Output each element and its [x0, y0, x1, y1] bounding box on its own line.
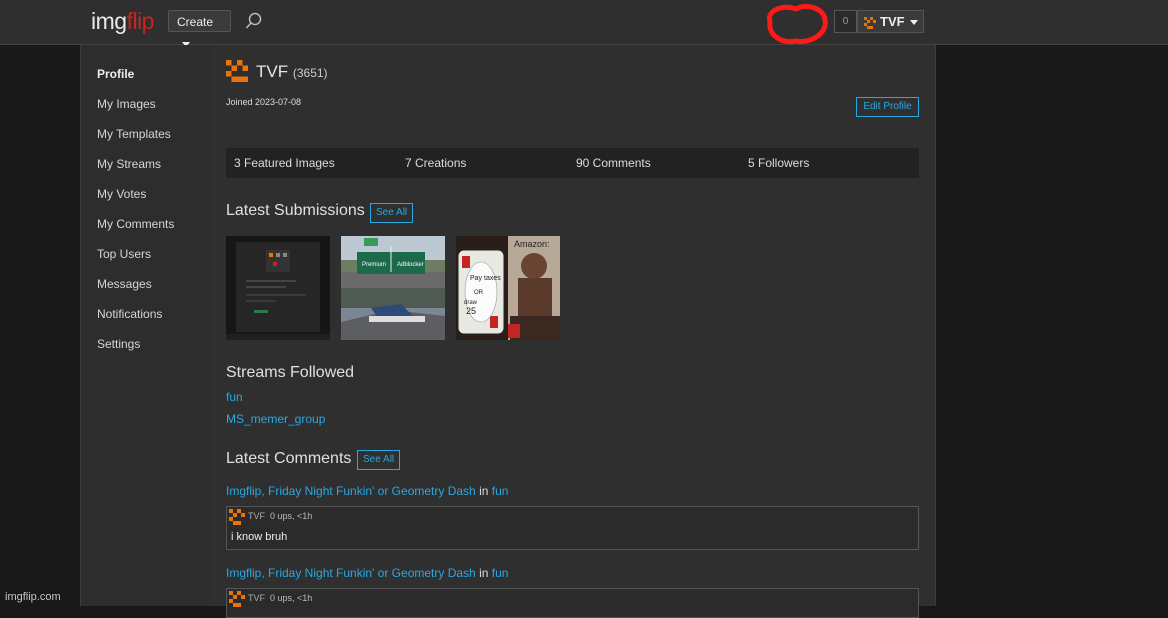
streams-followed-title: Streams Followed	[226, 364, 355, 381]
thumb-3-image: Pay taxes OR draw 25 Amazon:	[456, 236, 560, 340]
thumb-3-card-line2: OR	[474, 290, 484, 296]
stream-link-fun[interactable]: fun	[226, 390, 243, 404]
thumb-2-image: Premium Adblocker	[341, 236, 445, 340]
comment-in-word: in	[479, 484, 489, 498]
submission-thumb-1[interactable]	[226, 236, 330, 340]
thumb-3-card-line1: Pay taxes	[470, 275, 501, 282]
imgflip-watermark: imgflip.com	[5, 591, 61, 603]
thumb-3-card-line4: 25	[466, 306, 476, 316]
joined-date: Joined 2023-07-08	[226, 97, 302, 107]
username: TVF	[880, 14, 905, 29]
comment-card: TVF 0 ups, <1h	[226, 588, 919, 618]
submission-thumb-2[interactable]: Premium Adblocker	[341, 236, 445, 340]
thumb-1-image	[226, 236, 330, 340]
comment-meta: TVF 0 ups, <1h	[248, 511, 312, 521]
thumb-2-sign-right: Adblocker	[397, 262, 424, 268]
comment-source: Imgflip, Friday Night Funkin' or Geometr…	[226, 484, 508, 498]
profile-name: TVF (3651)	[256, 62, 328, 82]
comment-avatar[interactable]	[229, 591, 245, 607]
profile-main: TVF (3651) Joined 2023-07-08 Edit Profil…	[210, 45, 936, 618]
profile-points: (3651)	[292, 66, 328, 80]
sidebar-item-my-votes[interactable]: My Votes	[97, 187, 146, 201]
submission-thumb-3[interactable]: Pay taxes OR draw 25 Amazon:	[456, 236, 560, 340]
sidebar-item-my-streams[interactable]: My Streams	[97, 157, 161, 171]
stat-creations[interactable]: 7 Creations	[405, 156, 466, 170]
comment-user[interactable]: TVF	[248, 593, 265, 603]
logo-part-flip: flip	[126, 8, 155, 34]
create-button[interactable]: Create	[168, 10, 231, 48]
comment-text: i know bruh	[231, 531, 288, 543]
stream-link-ms-memer-group[interactable]: MS_memer_group	[226, 412, 325, 426]
comment-ups: 0 ups, <1h	[270, 511, 313, 521]
red-scribble-annotation	[766, 4, 828, 45]
chevron-down-icon	[909, 20, 918, 26]
comment-card: TVF 0 ups, <1h i know bruh	[226, 506, 919, 550]
avatar-icon	[864, 16, 876, 29]
stats-bar: 3 Featured Images 7 Creations 90 Comment…	[226, 148, 919, 178]
latest-submissions-title: Latest Submissions	[226, 202, 365, 219]
comment-stream-link[interactable]: fun	[492, 566, 509, 580]
user-menu-button[interactable]: TVF	[857, 10, 924, 33]
sidebar-item-profile[interactable]: Profile	[97, 67, 134, 81]
comment-avatar[interactable]	[229, 509, 245, 525]
comment-source-link[interactable]: Imgflip, Friday Night Funkin' or Geometr…	[226, 484, 476, 498]
submissions-see-all-button[interactable]: See All	[370, 203, 414, 223]
sidebar-item-my-images[interactable]: My Images	[97, 97, 156, 111]
imgflip-logo[interactable]: imgflip	[91, 8, 154, 35]
thumb-3-caption: Amazon:	[514, 239, 550, 249]
profile-avatar	[226, 60, 248, 82]
sidebar-item-my-templates[interactable]: My Templates	[97, 127, 171, 141]
top-bar: imgflip Create 0 TVF	[0, 0, 1168, 48]
create-label: Create	[177, 15, 214, 29]
comment-stream-link[interactable]: fun	[492, 484, 509, 498]
sidebar-item-my-comments[interactable]: My Comments	[97, 217, 174, 231]
sidebar-item-top-users[interactable]: Top Users	[97, 247, 151, 261]
stat-featured[interactable]: 3 Featured Images	[234, 156, 335, 170]
logo-part-img: img	[91, 8, 127, 34]
sidebar-item-settings[interactable]: Settings	[97, 337, 140, 351]
latest-comments-title: Latest Comments	[226, 450, 352, 467]
thumb-2-sign-left: Premium	[362, 262, 386, 268]
sidebar: Profile My Images My Templates My Stream…	[80, 45, 211, 606]
comment-meta: TVF 0 ups, <1h	[248, 593, 312, 603]
comment-source-link[interactable]: Imgflip, Friday Night Funkin' or Geometr…	[226, 566, 476, 580]
comment-source: Imgflip, Friday Night Funkin' or Geometr…	[226, 566, 508, 580]
sidebar-item-notifications[interactable]: Notifications	[97, 307, 162, 321]
stat-comments[interactable]: 90 Comments	[576, 156, 651, 170]
edit-profile-button[interactable]: Edit Profile	[856, 97, 919, 117]
comment-ups: 0 ups, <1h	[270, 593, 313, 603]
profile-username: TVF	[256, 62, 289, 81]
search-icon[interactable]	[245, 12, 263, 30]
comment-in-word: in	[479, 566, 489, 580]
stat-followers[interactable]: 5 Followers	[748, 156, 809, 170]
sidebar-item-messages[interactable]: Messages	[97, 277, 152, 291]
comments-see-all-button[interactable]: See All	[357, 450, 401, 470]
notification-count[interactable]: 0	[834, 10, 857, 33]
comment-user[interactable]: TVF	[248, 511, 265, 521]
